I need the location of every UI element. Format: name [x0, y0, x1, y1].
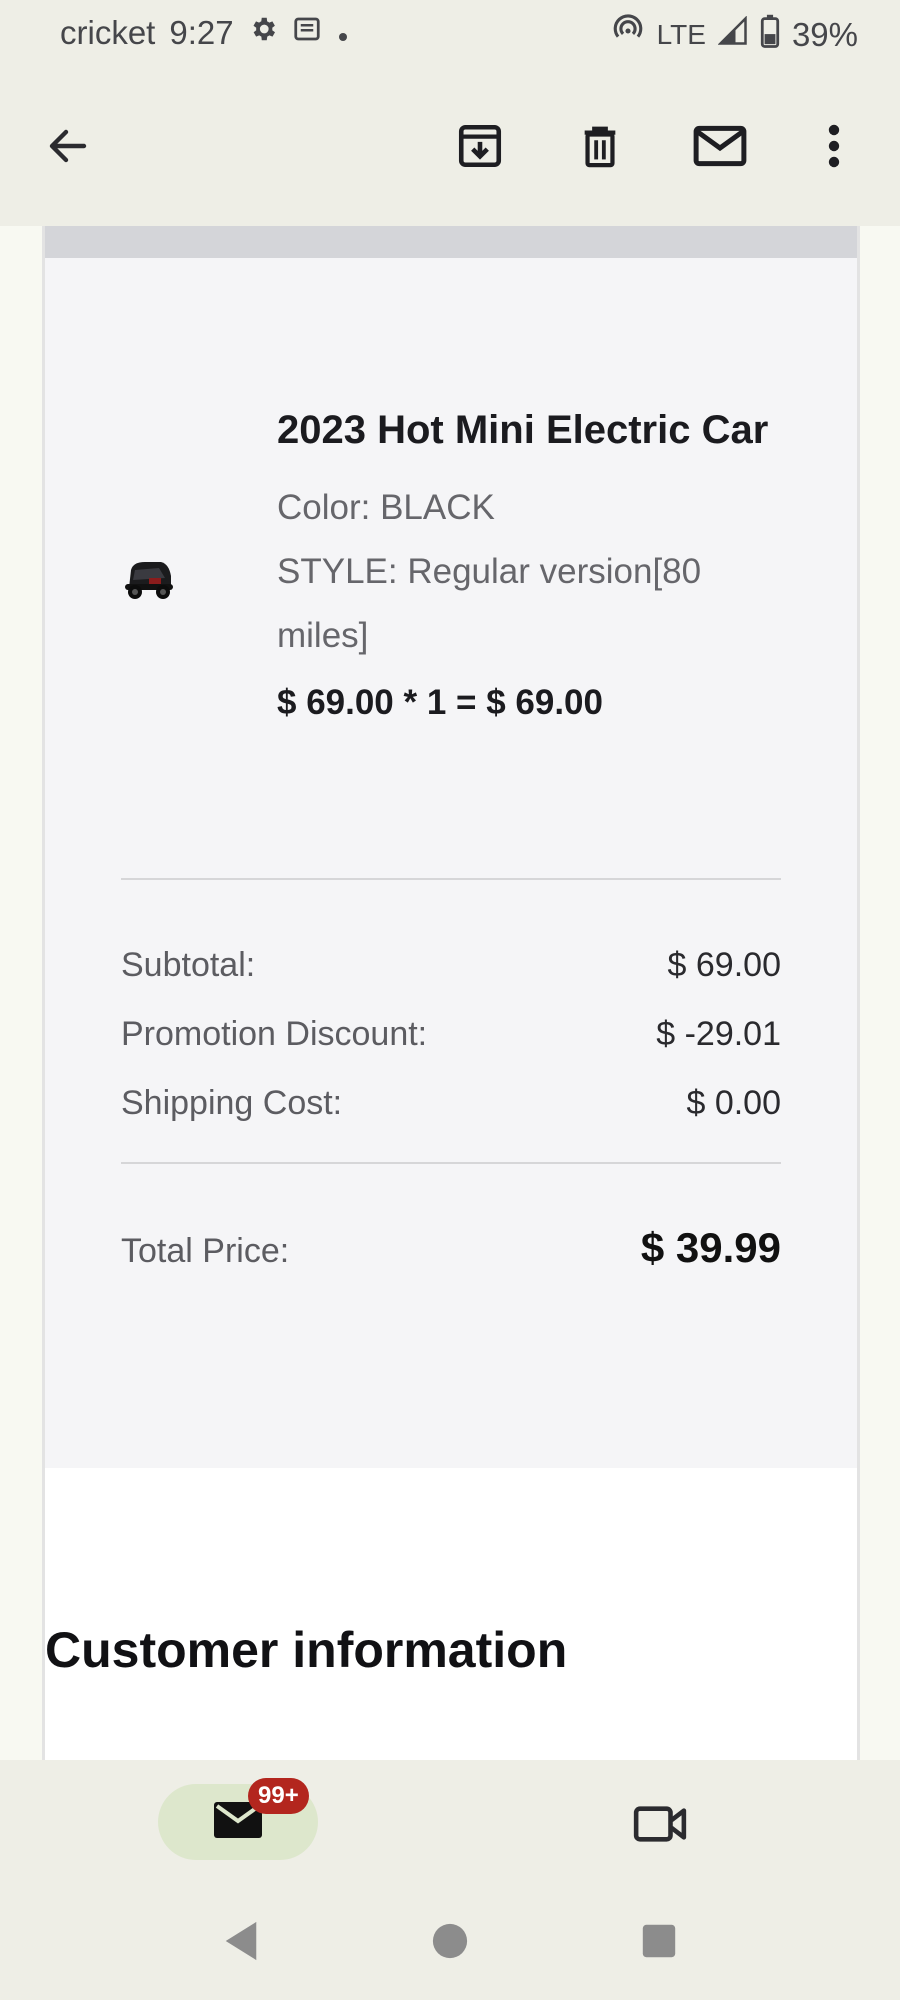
summary-value: $ -29.01 [656, 1015, 781, 1053]
home-circle-icon[interactable] [425, 1916, 475, 1966]
summary-value: $ 0.00 [686, 1084, 781, 1122]
trash-icon[interactable] [570, 116, 630, 176]
arrow-left-icon[interactable] [38, 116, 98, 176]
summary-label: Subtotal: [121, 946, 256, 984]
more-vert-icon[interactable] [804, 116, 864, 176]
product-price-line: $ 69.00 * 1 = $ 69.00 [277, 683, 603, 722]
news-icon [292, 14, 322, 52]
battery-icon [760, 14, 780, 56]
email-toolbar [0, 66, 900, 226]
divider [121, 1162, 781, 1164]
gear-icon [248, 14, 278, 52]
total-value: $ 39.99 [640, 1224, 781, 1271]
total-label: Total Price: [121, 1232, 290, 1270]
back-triangle-icon[interactable] [216, 1916, 266, 1966]
dot-icon [336, 14, 350, 52]
system-nav-bar [0, 1880, 900, 2000]
summary-value: $ 69.00 [667, 946, 781, 984]
total-row: Total Price: $ 39.99 [121, 1224, 781, 1272]
mail-icon[interactable] [690, 116, 750, 176]
bottom-nav: 99+ [0, 1760, 900, 1880]
product-image[interactable] [121, 558, 175, 602]
battery-level: 39% [791, 16, 858, 53]
summary-label: Shipping Cost: [121, 1084, 343, 1122]
order-summary-box: 2023 Hot Mini Electric Car Color: BLACK … [45, 258, 857, 1468]
summary-row-discount: Promotion Discount: $ -29.01 [121, 1015, 781, 1054]
product-title: 2023 Hot Mini Electric Car [277, 408, 769, 452]
product-style: STYLE: Regular version[80 miles] [277, 552, 702, 655]
recents-square-icon[interactable] [634, 1916, 684, 1966]
summary-label: Promotion Discount: [121, 1015, 428, 1053]
summary-row-shipping: Shipping Cost: $ 0.00 [121, 1084, 781, 1123]
header-strip [45, 226, 857, 258]
video-icon[interactable] [630, 1794, 690, 1854]
unread-badge: 99+ [248, 1778, 309, 1814]
hotspot-icon [611, 14, 645, 56]
status-bar: cricket 9:27 LTE 39% [0, 0, 900, 66]
divider [121, 878, 781, 880]
email-frame: 2023 Hot Mini Electric Car Color: BLACK … [42, 226, 860, 1760]
archive-icon[interactable] [450, 116, 510, 176]
network-label: LTE [656, 19, 706, 50]
signal-icon [717, 15, 748, 54]
carrier-label: cricket [60, 14, 156, 51]
product-color: Color: BLACK [277, 488, 495, 527]
email-body[interactable]: 2023 Hot Mini Electric Car Color: BLACK … [0, 226, 900, 1760]
customer-info-heading: Customer information [45, 1622, 568, 1678]
clock: 9:27 [169, 14, 234, 51]
summary-row-subtotal: Subtotal: $ 69.00 [121, 946, 781, 985]
